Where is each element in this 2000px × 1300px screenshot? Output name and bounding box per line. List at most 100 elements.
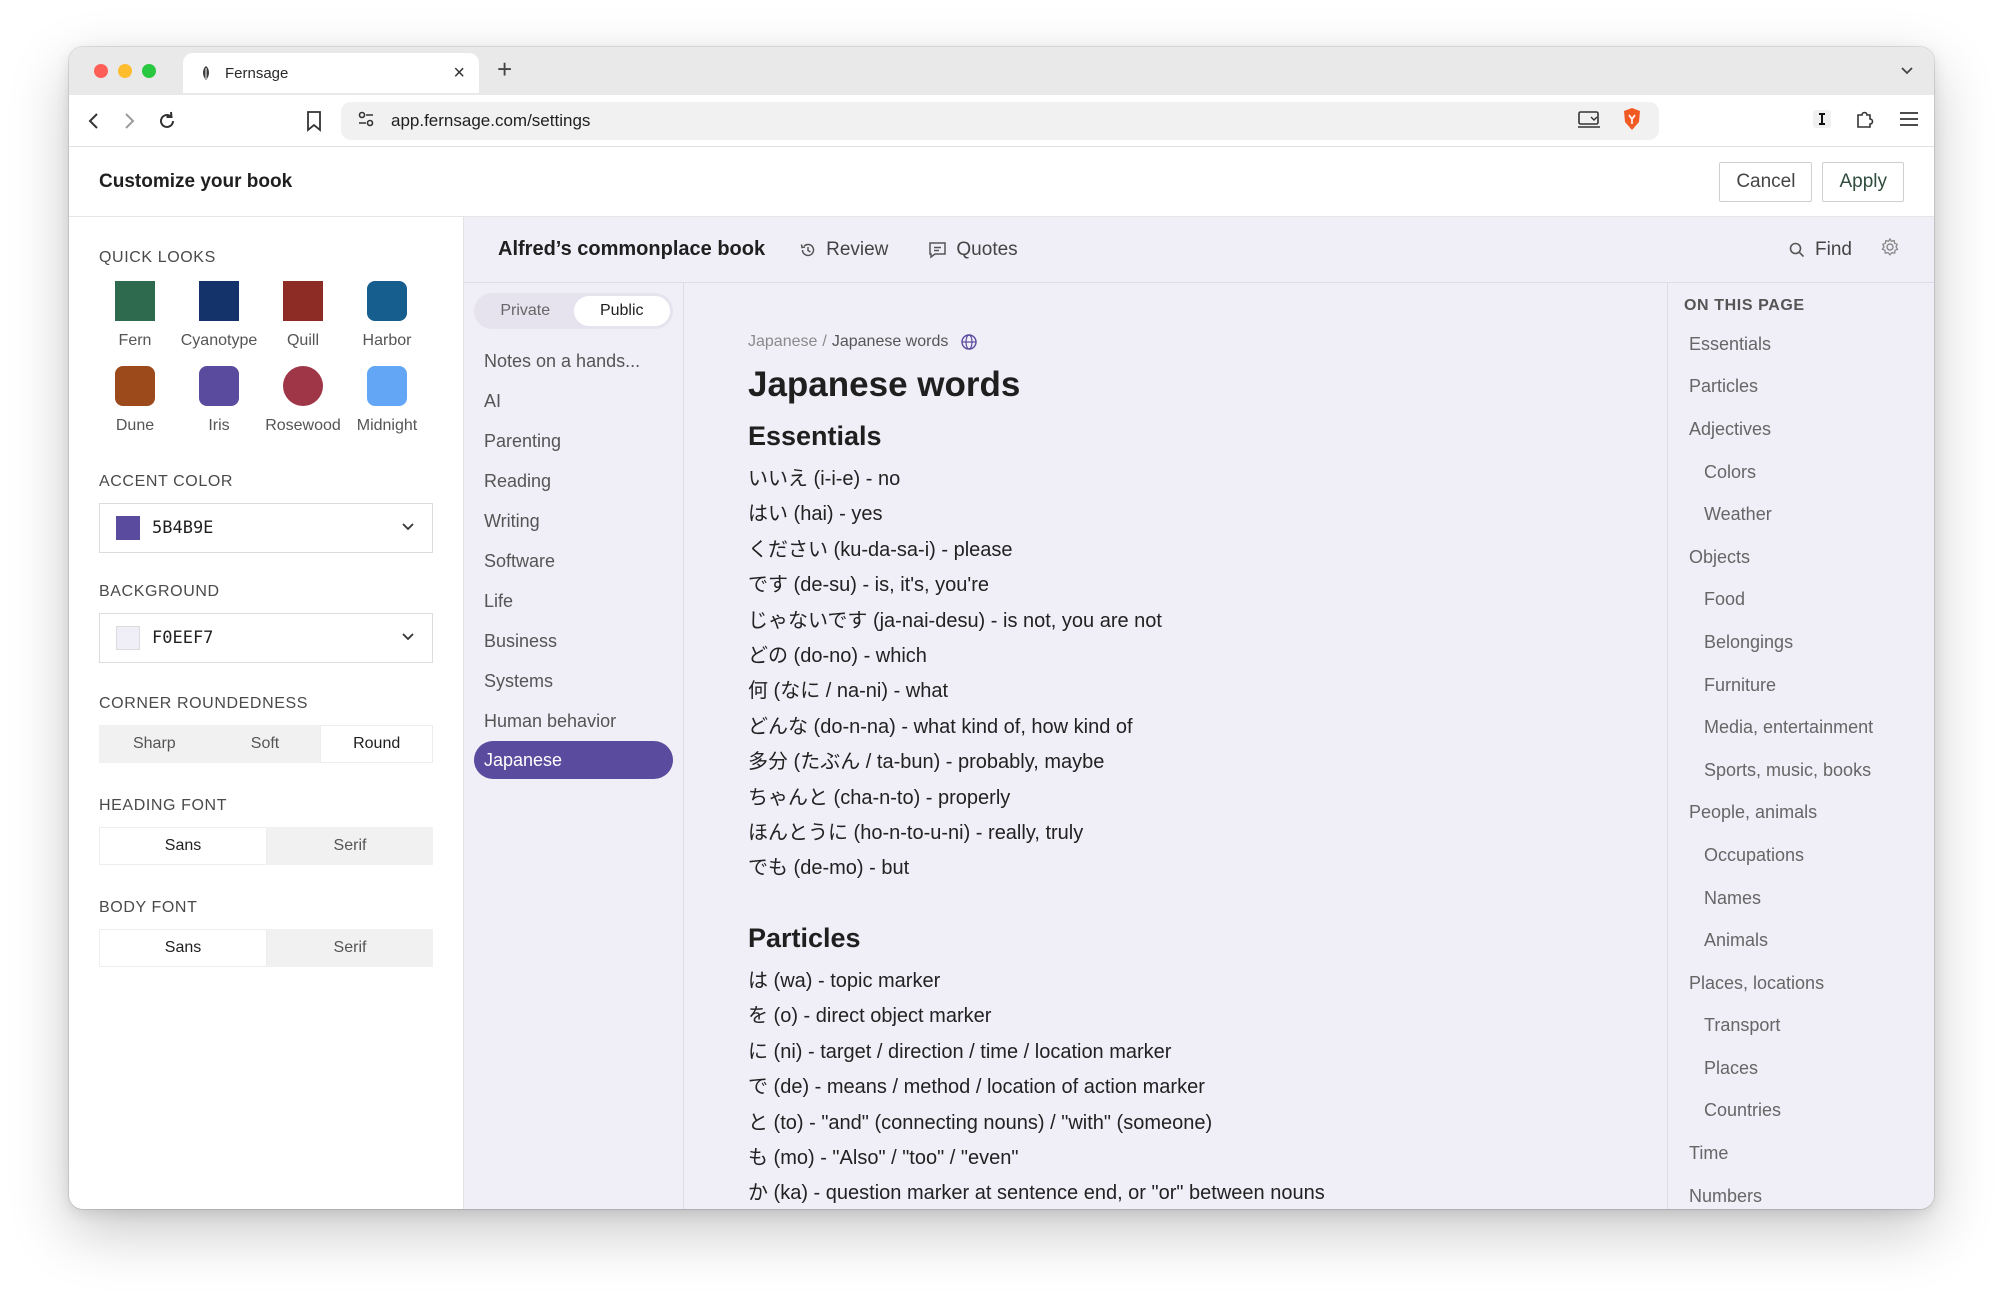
toc-list: Essentials Particles Adjectives Colors Weath… [1684, 323, 1918, 1209]
quotes-link[interactable]: Quotes [928, 239, 1018, 261]
quick-look-midnight[interactable]: Midnight [345, 366, 429, 435]
gear-icon[interactable] [1880, 237, 1900, 262]
list-item: と (to) - "and" (connecting nouns) / "wit… [748, 1111, 1213, 1134]
address-bar[interactable]: app.fernsage.com/settings [341, 102, 1659, 140]
sidebar-item-life[interactable]: Life [474, 581, 673, 621]
toc-item-belongings[interactable]: Belongings [1684, 621, 1918, 664]
book-title[interactable]: Alfred’s commonplace book [498, 238, 765, 261]
document-title: Japanese words [748, 365, 1021, 404]
cancel-button[interactable]: Cancel [1719, 161, 1813, 202]
url-text[interactable]: app.fernsage.com/settings [391, 111, 1577, 131]
extensions-puzzle-icon[interactable] [1854, 108, 1876, 135]
sidebar-item-notes-on-a-hands[interactable]: Notes on a hands... [474, 341, 673, 381]
reload-icon[interactable] [154, 108, 180, 134]
heading-font-option-sans[interactable]: Sans [99, 827, 267, 865]
toc-item-places-locations[interactable]: Places, locations [1684, 962, 1918, 1005]
quick-look-iris[interactable]: Iris [177, 366, 261, 435]
entry-list: は (wa) - topic marker を (o) - direct obje… [748, 964, 1603, 1209]
corner-option-sharp[interactable]: Sharp [99, 725, 210, 763]
quick-look-harbor[interactable]: Harbor [345, 281, 429, 350]
close-tab-icon[interactable]: × [453, 63, 465, 83]
sidebar-item-writing[interactable]: Writing [474, 501, 673, 541]
tab-list-chevron-icon[interactable] [1898, 61, 1916, 84]
browser-tab[interactable]: Fernsage × [183, 53, 479, 93]
heading-font-option-serif[interactable]: Serif [267, 827, 433, 865]
bookmark-icon[interactable] [301, 108, 327, 134]
sidebar-item-ai[interactable]: AI [474, 381, 673, 421]
quick-look-swatch [367, 281, 407, 321]
menu-hamburger-icon[interactable] [1898, 109, 1920, 134]
toc-item-adjectives[interactable]: Adjectives [1684, 408, 1918, 451]
quote-bubble-icon [929, 241, 947, 258]
toc-item-particles[interactable]: Particles [1684, 366, 1918, 409]
toc-item-numbers[interactable]: Numbers [1684, 1175, 1918, 1209]
body-font-option-sans[interactable]: Sans [99, 929, 267, 967]
sidebar-item-reading[interactable]: Reading [474, 461, 673, 501]
corner-option-round[interactable]: Round [320, 725, 434, 763]
public-toggle-option[interactable]: Public [573, 296, 670, 326]
tab-title: Fernsage [225, 64, 289, 82]
toc-item-furniture[interactable]: Furniture [1684, 664, 1918, 707]
back-arrow-icon[interactable] [81, 108, 107, 134]
background-color-swatch [116, 626, 140, 650]
toc-item-people-animals[interactable]: People, animals [1684, 792, 1918, 835]
quick-look-cyanotype[interactable]: Cyanotype [177, 281, 261, 350]
toc-item-animals[interactable]: Animals [1684, 919, 1918, 962]
toc-item-places[interactable]: Places [1684, 1047, 1918, 1090]
book-sections-list: Notes on a hands... AI Parenting Reading Wri… [474, 341, 673, 779]
toc-item-sports-music-books[interactable]: Sports, music, books [1684, 749, 1918, 792]
corner-option-soft[interactable]: Soft [210, 725, 321, 763]
toc-item-countries[interactable]: Countries [1684, 1090, 1918, 1133]
quick-look-rosewood[interactable]: Rosewood [261, 366, 345, 435]
quick-look-fern[interactable]: Fern [93, 281, 177, 350]
toc-title: ON THIS PAGE [1684, 297, 1805, 314]
zoom-window-button[interactable] [142, 64, 156, 78]
sidebar-item-japanese[interactable]: Japanese [474, 741, 673, 779]
list-item: じゃないです (ja-nai-desu) - is not, you are n… [748, 609, 1162, 632]
background-label: BACKGROUND [99, 583, 220, 600]
minimize-window-button[interactable] [118, 64, 132, 78]
toc-item-essentials[interactable]: Essentials [1684, 323, 1918, 366]
instapaper-icon[interactable] [1812, 109, 1832, 134]
brave-shield-icon[interactable] [1621, 107, 1643, 136]
toc-item-time[interactable]: Time [1684, 1132, 1918, 1175]
heading-font-label: HEADING FONT [99, 797, 228, 814]
sidebar-item-systems[interactable]: Systems [474, 661, 673, 701]
quick-look-swatch [283, 281, 323, 321]
toc-item-food[interactable]: Food [1684, 579, 1918, 622]
cast-icon[interactable] [1577, 109, 1601, 134]
toc-item-weather[interactable]: Weather [1684, 493, 1918, 536]
forward-arrow-icon[interactable] [116, 108, 142, 134]
toc-item-media-entertainment[interactable]: Media, entertainment [1684, 706, 1918, 749]
review-link[interactable]: Review [799, 239, 888, 261]
quick-look-name: Rosewood [265, 417, 341, 434]
find-button[interactable]: Find [1788, 239, 1852, 261]
site-settings-icon[interactable] [357, 110, 375, 133]
list-item: ちゃんと (cha-n-to) - properly [748, 786, 1011, 809]
background-color-picker[interactable]: F0EEF7 [99, 613, 433, 663]
quick-look-dune[interactable]: Dune [93, 366, 177, 435]
search-icon [1789, 242, 1805, 257]
sidebar-item-business[interactable]: Business [474, 621, 673, 661]
sidebar-item-parenting[interactable]: Parenting [474, 421, 673, 461]
private-toggle-option[interactable]: Private [477, 296, 574, 326]
sidebar-item-human-behavior[interactable]: Human behavior [474, 701, 673, 741]
browser-window: Fernsage × + app.fernsage.com/settings C… [69, 47, 1934, 1209]
apply-button[interactable]: Apply [1822, 161, 1904, 202]
toc-item-objects[interactable]: Objects [1684, 536, 1918, 579]
toc-item-colors[interactable]: Colors [1684, 451, 1918, 494]
accent-color-picker[interactable]: 5B4B9E [99, 503, 433, 553]
close-window-button[interactable] [94, 64, 108, 78]
toc-item-occupations[interactable]: Occupations [1684, 834, 1918, 877]
toc-item-names[interactable]: Names [1684, 877, 1918, 920]
toc-item-transport[interactable]: Transport [1684, 1005, 1918, 1048]
sidebar-item-software[interactable]: Software [474, 541, 673, 581]
breadcrumb-parent[interactable]: Japanese [748, 333, 817, 351]
body-font-option-serif[interactable]: Serif [267, 929, 433, 967]
app-header: Customize your book Cancel Apply [69, 147, 1934, 217]
chevron-down-icon [400, 518, 416, 539]
quick-look-quill[interactable]: Quill [261, 281, 345, 350]
fern-leaf-icon [197, 64, 215, 82]
new-tab-button[interactable]: + [497, 56, 512, 82]
list-item: どの (do-no) - which [748, 645, 927, 668]
